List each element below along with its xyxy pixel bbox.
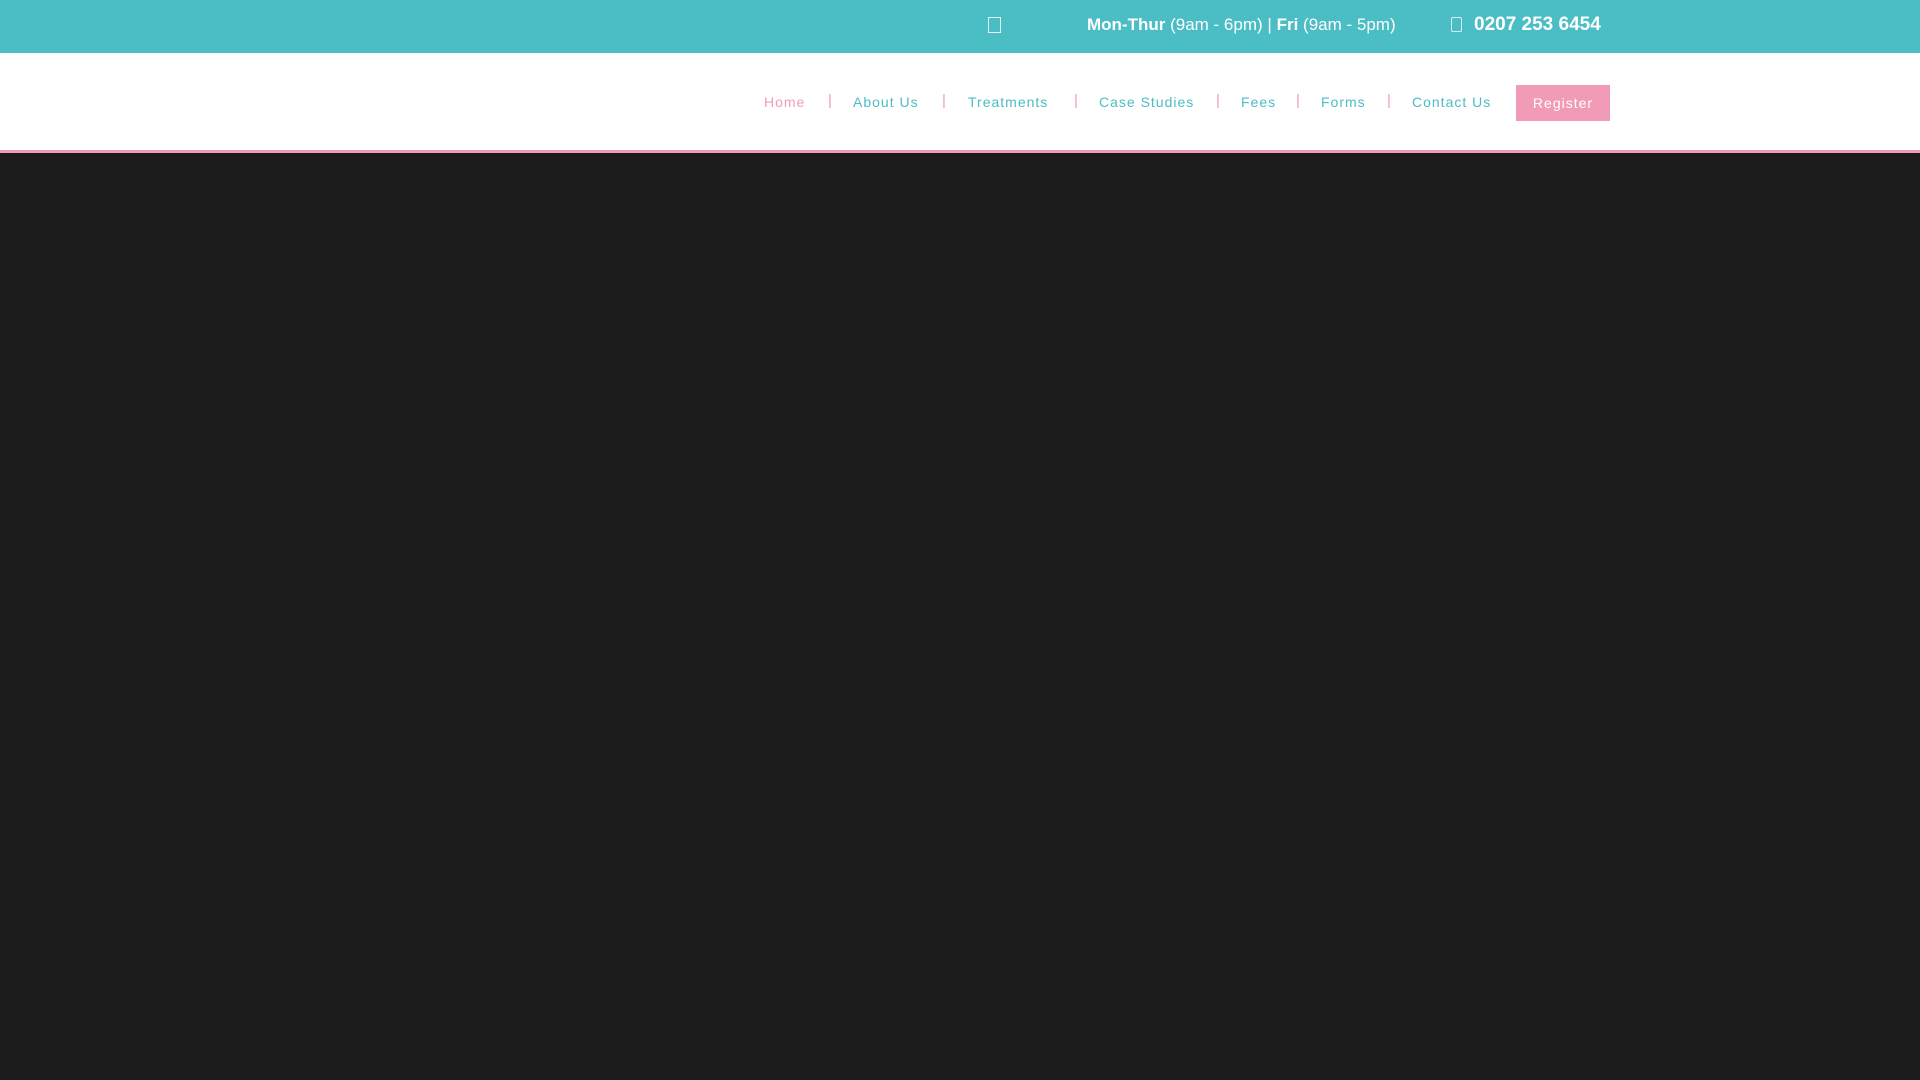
nav-separator: | — [1387, 92, 1391, 109]
hours-label-fri: Fri — [1276, 15, 1299, 34]
hero-video-area — [0, 153, 1920, 1080]
main-navbar: Home | About Us | Treatments | Case Stud… — [0, 53, 1920, 153]
nav-contact-us[interactable]: Contact Us — [1412, 94, 1491, 110]
hours-label-mon-thur: Mon-Thur — [1087, 15, 1166, 34]
nav-separator: | — [1296, 92, 1300, 109]
main-nav: Home | About Us | Treatments | Case Stud… — [0, 53, 1920, 150]
register-button[interactable]: Register — [1516, 85, 1610, 121]
opening-hours: Mon-Thur (9am - 6pm) | Fri (9am - 5pm) — [1087, 15, 1396, 35]
clock-icon — [988, 17, 1001, 33]
nav-separator: | — [828, 92, 832, 109]
nav-treatments[interactable]: Treatments — [968, 94, 1048, 110]
nav-separator: | — [1074, 92, 1078, 109]
nav-forms[interactable]: Forms — [1321, 94, 1366, 110]
top-info-bar: Mon-Thur (9am - 6pm) | Fri (9am - 5pm) 0… — [0, 0, 1920, 53]
hours-value-fri: (9am - 5pm) — [1303, 15, 1396, 34]
nav-separator: | — [1216, 92, 1220, 109]
hours-separator: | — [1267, 15, 1272, 34]
phone-number-link[interactable]: 0207 253 6454 — [1474, 14, 1601, 36]
nav-fees[interactable]: Fees — [1241, 94, 1276, 110]
phone-icon — [1451, 17, 1462, 32]
nav-case-studies[interactable]: Case Studies — [1099, 94, 1194, 110]
nav-separator: | — [942, 92, 946, 109]
nav-home[interactable]: Home — [764, 94, 805, 110]
hours-value-mon-thur: (9am - 6pm) — [1170, 15, 1263, 34]
nav-about-us[interactable]: About Us — [853, 94, 919, 110]
